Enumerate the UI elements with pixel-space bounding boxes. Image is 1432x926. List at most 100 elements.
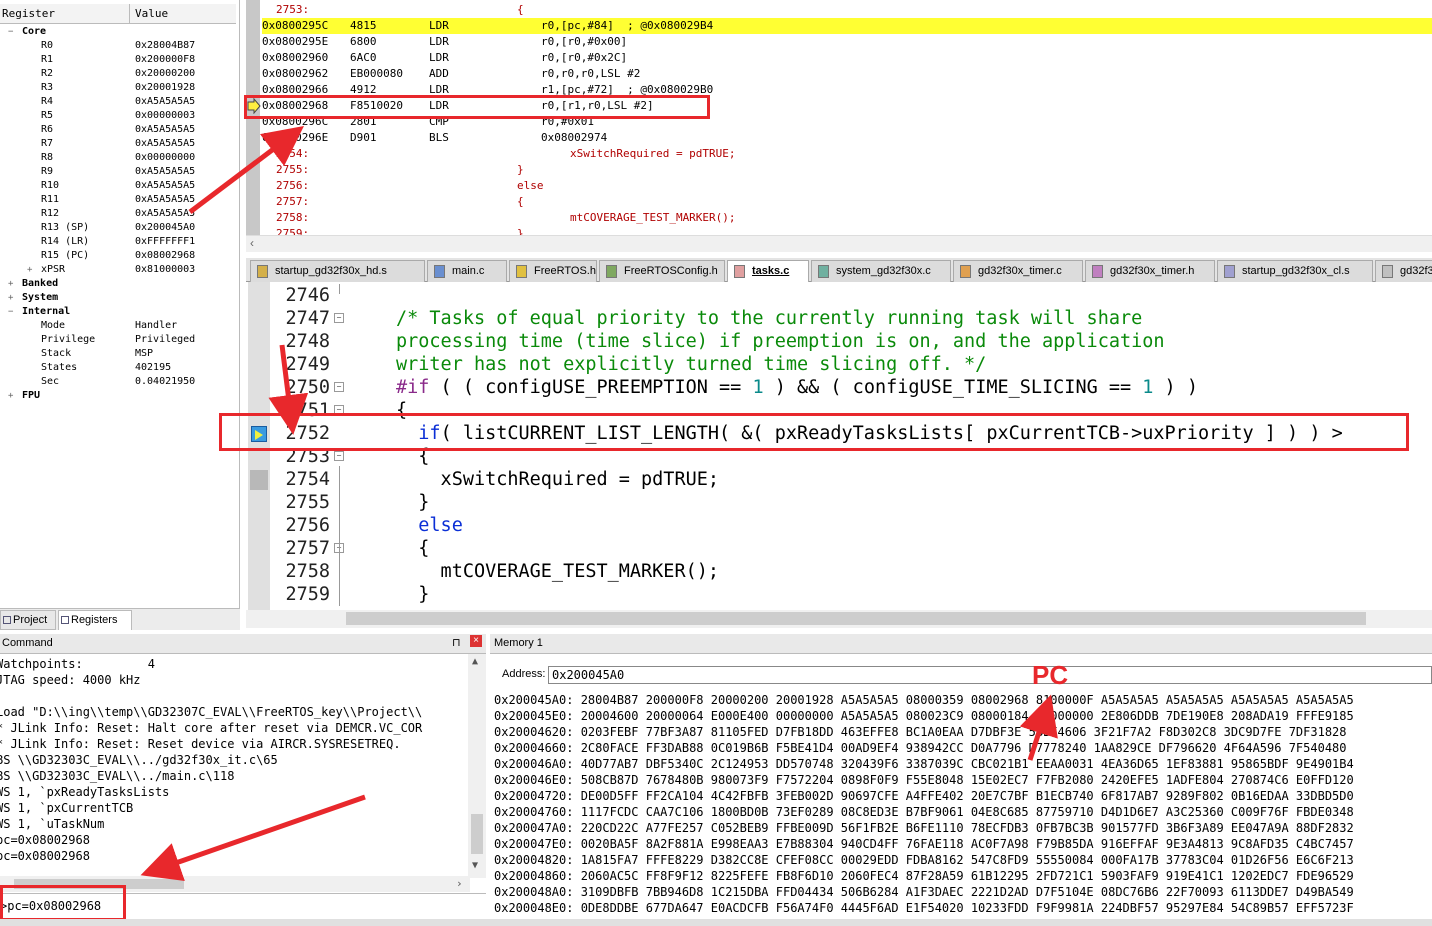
file-tab[interactable]: FreeRTOS.h [509,260,597,282]
command-output-line: * JLink Info: Reset: Halt core after res… [0,721,423,735]
code-line[interactable]: #if ( ( configUSE_PREEMPTION == 1 ) && (… [396,376,1198,399]
file-tab[interactable]: startup_gd32f30x_cl.s [1217,260,1373,282]
file-tab[interactable]: system_gd32f30x.c [811,260,951,282]
scroll-thumb[interactable] [346,612,1366,625]
memory-row[interactable]: 0x200045A0: 28004B87 200000F8 20000200 2… [494,692,1432,708]
register-row[interactable]: R2 0x20000200 [0,67,236,81]
line-number: 2749 [285,354,330,375]
command-vscrollbar[interactable]: ▲ ▼ [468,654,486,878]
memory-row[interactable]: 0x200048A0: 3109DBFB 7BB946D8 1C215DBA F… [494,884,1432,900]
command-vscroll-thumb[interactable] [471,814,483,854]
register-row[interactable]: R6 0xA5A5A5A5 [0,123,236,137]
register-name: R1 [41,54,54,65]
register-row[interactable]: R11 0xA5A5A5A5 [0,193,236,207]
memory-row[interactable]: 0x20004620: 0203FEBF 77BF3A87 81105FED D… [494,724,1432,740]
scroll-down-icon[interactable]: ▼ [472,860,478,871]
file-tab[interactable]: startup_gd32f30x_hd.s [250,260,425,282]
fold-toggle-icon[interactable]: − [334,382,344,392]
register-row[interactable]: R7 0xA5A5A5A5 [0,137,236,151]
pin-icon[interactable]: ⊓ [452,636,461,649]
memory-row[interactable]: 0x200048E0: 0DE8DDBE 677DA647 E0ACDCFB F… [494,900,1432,916]
expand-icon[interactable]: + [8,277,13,291]
expand-icon[interactable]: + [8,291,13,305]
register-tree: − Core R0 0x28004B87 R1 0x200000F8 R2 0x2000020… [0,0,240,608]
file-tab[interactable]: gd32f3 [1375,260,1432,282]
close-icon[interactable]: × [470,635,482,647]
register-row[interactable]: R10 0xA5A5A5A5 [0,179,236,193]
file-tab[interactable]: gd32f30x_timer.h [1085,260,1215,282]
register-row[interactable]: States 402195 [0,361,236,375]
expand-icon[interactable]: − [8,305,13,319]
expand-icon[interactable]: + [27,263,32,277]
register-row[interactable]: R4 0xA5A5A5A5 [0,95,236,109]
register-row[interactable]: R0 0x28004B87 [0,39,236,53]
annotation-box-disasm [244,95,710,119]
register-name: Banked [22,278,59,289]
disasm-instruction-line[interactable]: 0x0800295C 4815 LDR r0,[pc,#84] ; @0x080029… [262,18,1432,34]
memory-row[interactable]: 0x20004760: 1117FCDC CAA7C106 1800BD0B 7… [494,804,1432,820]
memory-row[interactable]: 0x200045E0: 20004600 20000064 E000E400 0… [494,708,1432,724]
fold-toggle-icon[interactable]: − [334,451,344,461]
editor-hscrollbar[interactable] [246,610,1432,628]
code-line[interactable]: mtCOVERAGE_TEST_MARKER(); [396,560,719,583]
group-row[interactable]: + System [0,291,236,305]
disasm-line-number: 2754: [276,147,310,160]
memory-row[interactable]: 0x20004660: 2C80FACE FF3DAB88 0C019B6B F… [494,740,1432,756]
group-row[interactable]: − Core [0,25,236,39]
group-row[interactable]: + Banked [0,277,236,291]
group-row[interactable]: + FPU [0,389,236,403]
memory-row[interactable]: 0x20004820: 1A815FA7 FFFE8229 D382CC8E C… [494,852,1432,868]
register-row[interactable]: Privilege Privileged [0,333,236,347]
register-row[interactable]: R12 0xA5A5A5A5 [0,207,236,221]
register-row[interactable]: Sec 0.04021950 [0,375,236,389]
fold-toggle-icon[interactable]: − [334,313,344,323]
code-line[interactable]: /* Tasks of equal priority to the curren… [396,307,1142,330]
memory-row[interactable]: 0x200046E0: 508CB87D 7678480B 980073F9 F… [494,772,1432,788]
code-line[interactable]: processing time (time slice) if preempti… [396,330,1165,353]
registers-icon [61,616,69,624]
register-row[interactable]: R13 (SP) 0x200045A0 [0,221,236,235]
file-tab[interactable]: tasks.c [727,260,809,282]
register-row[interactable]: R14 (LR) 0xFFFFFFF1 [0,235,236,249]
register-row[interactable]: + xPSR 0x81000003 [0,263,236,277]
disassembly-hscrollbar[interactable]: ‹ [246,235,1432,252]
code-line[interactable]: xSwitchRequired = pdTRUE; [396,468,719,491]
address-input-value[interactable]: 0x200045A0 [552,668,624,682]
memory-row[interactable]: 0x20004860: 2060AC5C FF8F9F12 8225FEFE F… [494,868,1432,884]
memory-row[interactable]: 0x200046A0: 40D77AB7 DBF5340C 2C124953 D… [494,756,1432,772]
memory-row[interactable]: 0x200047A0: 220CD22C A77FE257 C052BEB9 F… [494,820,1432,836]
register-row[interactable]: R9 0xA5A5A5A5 [0,165,236,179]
code-line[interactable]: else [396,514,463,537]
file-tab-label: tasks.c [752,265,790,277]
expand-icon[interactable]: − [8,25,13,39]
code-line[interactable]: writer has not explicitly turned time sl… [396,353,986,376]
code-line[interactable]: } [396,491,429,514]
file-tab[interactable]: gd32f30x_timer.c [953,260,1083,282]
file-tab[interactable]: main.c [427,260,507,282]
code-line[interactable]: { [396,537,429,560]
tab-project[interactable]: Project [0,610,56,630]
register-row[interactable]: Mode Handler [0,319,236,333]
scroll-up-icon[interactable]: ▲ [472,656,478,667]
project-icon [3,616,11,624]
group-row[interactable]: − Internal [0,305,236,319]
expand-icon[interactable]: + [8,389,13,403]
register-row[interactable]: R3 0x20001928 [0,81,236,95]
disasm-opcode-hex: 4815 [350,19,377,32]
address-input[interactable]: 0x200045A0 [548,666,1432,684]
breakpoint-slot[interactable] [250,470,268,490]
annotation-box-source [219,413,1409,451]
memory-row[interactable]: 0x200047E0: 0020BA5F 8A2F881A E998EAA3 E… [494,836,1432,852]
register-row[interactable]: R15 (PC) 0x08002968 [0,249,236,263]
memory-row[interactable]: 0x20004720: DE00D5FF FF2CA104 4C42FBFB 3… [494,788,1432,804]
register-row[interactable]: R5 0x00000003 [0,109,236,123]
register-row[interactable]: R8 0x00000000 [0,151,236,165]
code-line[interactable]: } [396,583,429,606]
file-tab[interactable]: FreeRTOSConfig.h [599,260,725,282]
scroll-left-icon[interactable]: ‹ [250,236,254,250]
register-row[interactable]: Stack MSP [0,347,236,361]
scroll-right-icon[interactable]: › [456,877,463,890]
disasm-line-number: 2753: [276,3,310,16]
tab-registers[interactable]: Registers [58,610,132,630]
register-row[interactable]: R1 0x200000F8 [0,53,236,67]
